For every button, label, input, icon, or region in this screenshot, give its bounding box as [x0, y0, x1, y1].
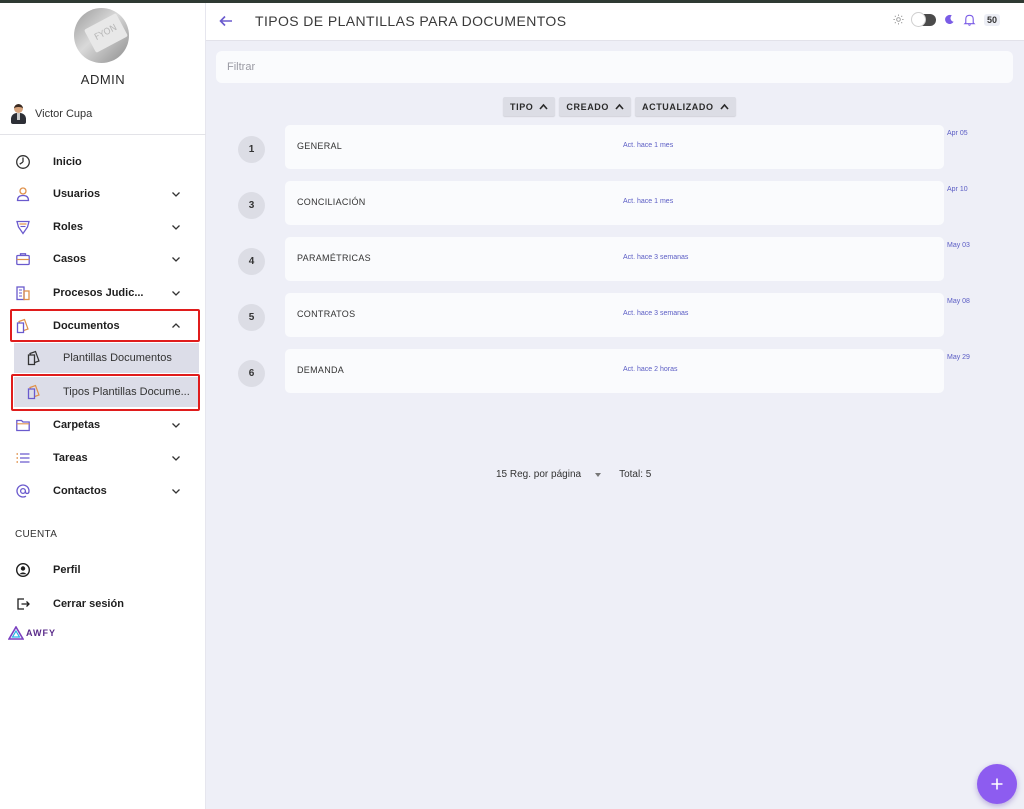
row-date: Apr 05 [947, 130, 968, 137]
row-updated: Act. hace 1 mes [623, 142, 674, 149]
row-name: CONCILIACIÓN [297, 197, 366, 207]
sort-actualizado-button[interactable]: ACTUALIZADO [635, 97, 736, 116]
current-user[interactable]: Victor Cupa [10, 104, 92, 124]
row-date: May 03 [947, 242, 970, 249]
notification-count-badge: 50 [983, 13, 1000, 26]
admin-avatar[interactable]: FYON [74, 8, 129, 63]
filter-input[interactable] [216, 51, 1013, 83]
row-updated: Act. hace 3 semanas [623, 254, 689, 261]
list-item: 6 DEMANDA Act. hace 2 horas May 29 [0, 349, 1024, 393]
arrow-left-icon[interactable] [218, 13, 234, 29]
brand-logo: AWFY [8, 626, 56, 640]
row-card[interactable]: CONTRATOS Act. hace 3 semanas [285, 293, 944, 337]
sort-creado-button[interactable]: CREADO [559, 97, 632, 116]
sort-label: ACTUALIZADO [642, 101, 714, 112]
sidebar-item-carpetas[interactable]: Carpetas [0, 411, 206, 439]
chevron-up-icon [720, 103, 729, 110]
row-number-badge: 1 [238, 136, 265, 163]
sort-label: TIPO [510, 101, 534, 112]
row-date: Apr 10 [947, 186, 968, 193]
header-tools: 50 [893, 11, 1000, 27]
sidebar-item-label: Carpetas [53, 419, 101, 431]
row-updated: Act. hace 3 semanas [623, 310, 689, 317]
row-date: May 08 [947, 298, 970, 305]
add-button[interactable] [977, 764, 1017, 804]
row-name: CONTRATOS [297, 309, 356, 319]
sun-icon [893, 14, 904, 25]
plus-icon [991, 778, 1003, 790]
logo-triangle-icon [8, 626, 24, 640]
section-label-cuenta: CUENTA [15, 529, 58, 540]
sidebar-item-label: Perfil [53, 564, 81, 576]
per-page-select[interactable]: 15 Reg. por página [496, 469, 602, 480]
sidebar-item-label: Tareas [53, 452, 88, 464]
sidebar-item-contactos[interactable]: Contactos [0, 477, 206, 505]
sidebar-item-perfil[interactable]: Perfil [0, 556, 206, 584]
row-card[interactable]: DEMANDA Act. hace 2 horas [285, 349, 944, 393]
sidebar-item-tareas[interactable]: Tareas [0, 444, 206, 472]
sidebar-item-cerrar-sesion[interactable]: Cerrar sesión [0, 590, 206, 618]
row-card[interactable]: GENERAL Act. hace 1 mes [285, 125, 944, 169]
sidebar-item-label: Contactos [53, 485, 107, 497]
user-name: Victor Cupa [35, 108, 93, 120]
list-item: 5 CONTRATOS Act. hace 3 semanas May 08 [0, 293, 1024, 337]
row-updated: Act. hace 1 mes [623, 198, 674, 205]
row-number-badge: 5 [238, 304, 265, 331]
list-item: 1 GENERAL Act. hace 1 mes Apr 05 [0, 125, 1024, 169]
row-card[interactable]: PARAMÉTRICAS Act. hace 3 semanas [285, 237, 944, 281]
row-name: DEMANDA [297, 365, 345, 375]
list-item: 4 PARAMÉTRICAS Act. hace 3 semanas May 0… [0, 237, 1024, 281]
row-updated: Act. hace 2 horas [623, 366, 678, 373]
sidebar-item-label: Cerrar sesión [53, 598, 124, 610]
user-avatar-icon [10, 104, 27, 124]
chevron-down-icon [172, 489, 180, 494]
chevron-down-icon [172, 423, 180, 428]
row-number-badge: 6 [238, 360, 265, 387]
row-number-badge: 3 [238, 192, 265, 219]
caret-down-icon [595, 472, 602, 477]
bell-icon[interactable] [963, 13, 976, 26]
sort-tipo-button[interactable]: TIPO [503, 97, 556, 116]
chevron-up-icon [615, 103, 624, 110]
at-sign-icon [16, 484, 30, 498]
theme-toggle[interactable] [910, 11, 936, 27]
per-page-value: 15 Reg. por página [496, 469, 582, 480]
page-title: TIPOS DE PLANTILLAS PARA DOCUMENTOS [255, 13, 567, 29]
chevron-down-icon [172, 456, 180, 461]
user-role: ADMIN [80, 72, 126, 87]
list-icon [16, 453, 30, 463]
list-item: 3 CONCILIACIÓN Act. hace 1 mes Apr 10 [0, 181, 1024, 225]
pagination: 15 Reg. por página Total: 5 [496, 469, 651, 480]
user-circle-icon [15, 562, 31, 578]
folder-icon [16, 419, 30, 432]
sort-label: CREADO [566, 101, 610, 112]
row-number-badge: 4 [238, 248, 265, 275]
top-header: TIPOS DE PLANTILLAS PARA DOCUMENTOS 50 [206, 3, 1024, 41]
chevron-up-icon [539, 103, 549, 110]
logout-icon [17, 598, 30, 610]
moon-icon [945, 14, 954, 25]
row-date: May 29 [947, 354, 970, 361]
total-count: Total: 5 [619, 469, 652, 480]
row-name: PARAMÉTRICAS [297, 253, 371, 263]
sort-bar: TIPO CREADO ACTUALIZADO [503, 97, 736, 116]
row-name: GENERAL [297, 141, 343, 151]
row-card[interactable]: CONCILIACIÓN Act. hace 1 mes [285, 181, 944, 225]
logo-text: AWFY [26, 628, 56, 638]
